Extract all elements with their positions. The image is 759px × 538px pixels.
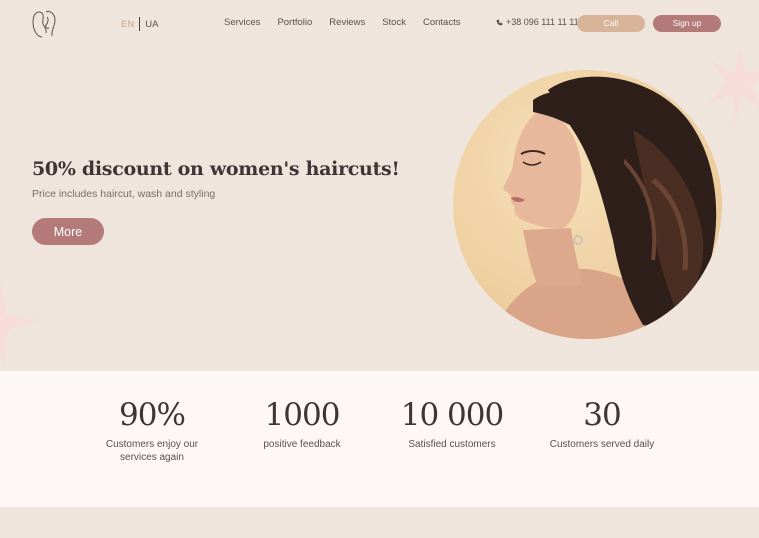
main-nav: Services Portfolio Reviews Stock Contact… xyxy=(224,17,460,28)
stat-label: Customers served daily xyxy=(549,439,655,450)
phone-number: +38 096 111 11 11 xyxy=(506,17,579,27)
sparkle-star-icon xyxy=(0,280,40,370)
more-button[interactable]: More xyxy=(32,218,104,245)
sign-up-button[interactable]: Sign up xyxy=(653,15,721,32)
nav-reviews[interactable]: Reviews xyxy=(329,17,365,28)
stat-label: Customers enjoy our services again xyxy=(105,439,199,463)
stat-label: Satisfied customers xyxy=(408,439,496,450)
stats-section: 90% Customers enjoy our services again 1… xyxy=(0,371,759,507)
lang-divider xyxy=(139,17,141,31)
lang-en[interactable]: EN xyxy=(121,19,134,30)
hero-model-photo xyxy=(453,70,722,339)
woman-portrait-image xyxy=(493,76,717,339)
hero-subtitle: Price includes haircut, wash and styling xyxy=(32,188,216,200)
phone-link[interactable]: +38 096 111 11 11 xyxy=(496,17,579,27)
stat-value: 10 000 xyxy=(400,397,504,433)
stat-value: 30 xyxy=(583,397,621,433)
lang-ua[interactable]: UA xyxy=(145,19,158,30)
stat-return-customers: 90% Customers enjoy our services again xyxy=(92,395,212,464)
nav-contacts[interactable]: Contacts xyxy=(423,17,461,28)
language-switcher: EN UA xyxy=(121,17,158,31)
nav-portfolio[interactable]: Portfolio xyxy=(277,17,312,28)
call-button[interactable]: Call xyxy=(577,15,645,32)
face-profile-logo-icon[interactable] xyxy=(30,9,58,39)
hero-title: 50% discount on women's haircuts! xyxy=(32,158,400,180)
sparkle-star-icon xyxy=(705,45,759,125)
stat-satisfied-customers: 10 000 Satisfied customers xyxy=(392,395,512,451)
stat-value: 1000 xyxy=(264,397,341,433)
stat-daily-customers: 30 Customers served daily xyxy=(536,395,668,451)
stat-value: 90% xyxy=(119,397,186,433)
nav-stock[interactable]: Stock xyxy=(382,17,406,28)
stat-label: positive feedback xyxy=(263,439,341,450)
stat-positive-feedback: 1000 positive feedback xyxy=(242,395,362,451)
header: EN UA Services Portfolio Reviews Stock C… xyxy=(0,0,759,48)
phone-icon xyxy=(496,19,503,25)
nav-services[interactable]: Services xyxy=(224,17,260,28)
